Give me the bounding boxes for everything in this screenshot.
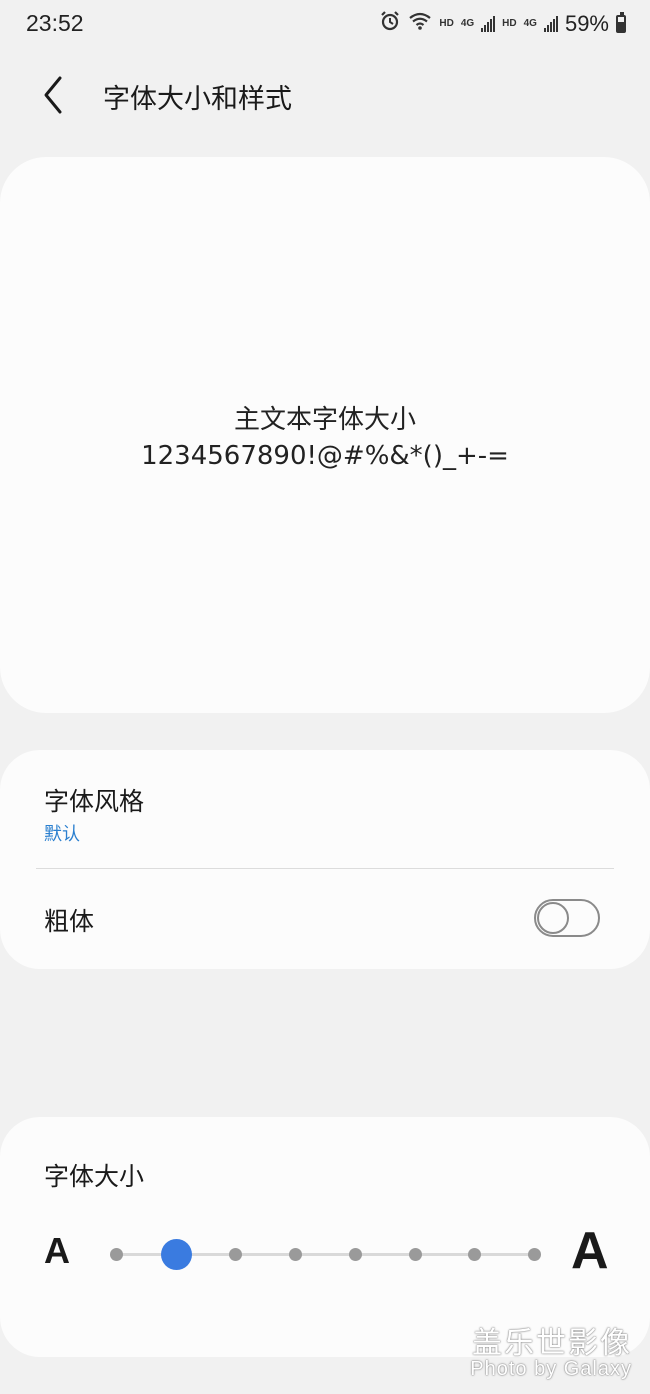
network-label-1: 4G xyxy=(460,18,475,29)
status-bar: 23:52 HD 4G HD 4G 59% xyxy=(0,0,650,50)
bold-title: 粗体 xyxy=(44,907,95,936)
network-label-2: 4G xyxy=(523,18,537,29)
slider-thumb[interactable] xyxy=(160,1239,192,1270)
slider-step-dot[interactable] xyxy=(468,1248,482,1261)
bold-item[interactable]: 粗体 xyxy=(0,869,650,969)
font-style-value: 默认 xyxy=(44,824,80,845)
font-size-title: 字体大小 xyxy=(44,1162,145,1191)
watermark: 盖乐世影像 Photo by Galaxy xyxy=(470,1318,632,1381)
wifi-icon xyxy=(408,11,432,36)
back-button[interactable] xyxy=(30,70,80,120)
bold-toggle[interactable] xyxy=(534,899,600,937)
slider-step-dot[interactable] xyxy=(408,1248,422,1261)
signal-icon-1 xyxy=(481,15,496,32)
slider-step-dot[interactable] xyxy=(348,1248,362,1261)
preview-text-line2: 1234567890!@#%&*()_+-= xyxy=(141,441,509,471)
large-a-label: A xyxy=(571,1222,609,1280)
slider-step-dot[interactable] xyxy=(528,1248,541,1261)
alarm-icon xyxy=(379,10,401,37)
watermark-line1: 盖乐世影像 xyxy=(472,1326,632,1361)
small-a-label: A xyxy=(44,1230,70,1271)
preview-text-line1: 主文本字体大小 xyxy=(233,405,416,435)
font-size-slider[interactable] xyxy=(110,1234,541,1274)
font-options-card: 字体风格 默认 粗体 xyxy=(0,750,650,969)
font-preview-card: 主文本字体大小 1234567890!@#%&*()_+-= xyxy=(0,157,650,713)
page-title: 字体大小和样式 xyxy=(103,84,292,115)
hd-label-1: HD xyxy=(439,18,454,29)
watermark-line2: Photo by Galaxy xyxy=(470,1358,632,1380)
battery-percent: 59% xyxy=(564,10,609,36)
status-icons: HD 4G HD 4G 59% xyxy=(379,10,626,37)
font-style-item[interactable]: 字体风格 默认 xyxy=(0,750,650,868)
slider-step-dot[interactable] xyxy=(229,1248,243,1261)
battery-icon xyxy=(616,11,626,33)
status-time: 23:52 xyxy=(26,10,84,36)
font-style-title: 字体风格 xyxy=(44,787,145,816)
app-bar: 字体大小和样式 xyxy=(0,60,650,130)
slider-step-dot[interactable] xyxy=(110,1248,123,1261)
hd-label-2: HD xyxy=(502,18,517,29)
slider-step-dot[interactable] xyxy=(289,1248,303,1261)
toggle-knob xyxy=(537,902,569,934)
signal-icon-2 xyxy=(543,15,558,32)
chevron-left-icon xyxy=(44,76,62,114)
